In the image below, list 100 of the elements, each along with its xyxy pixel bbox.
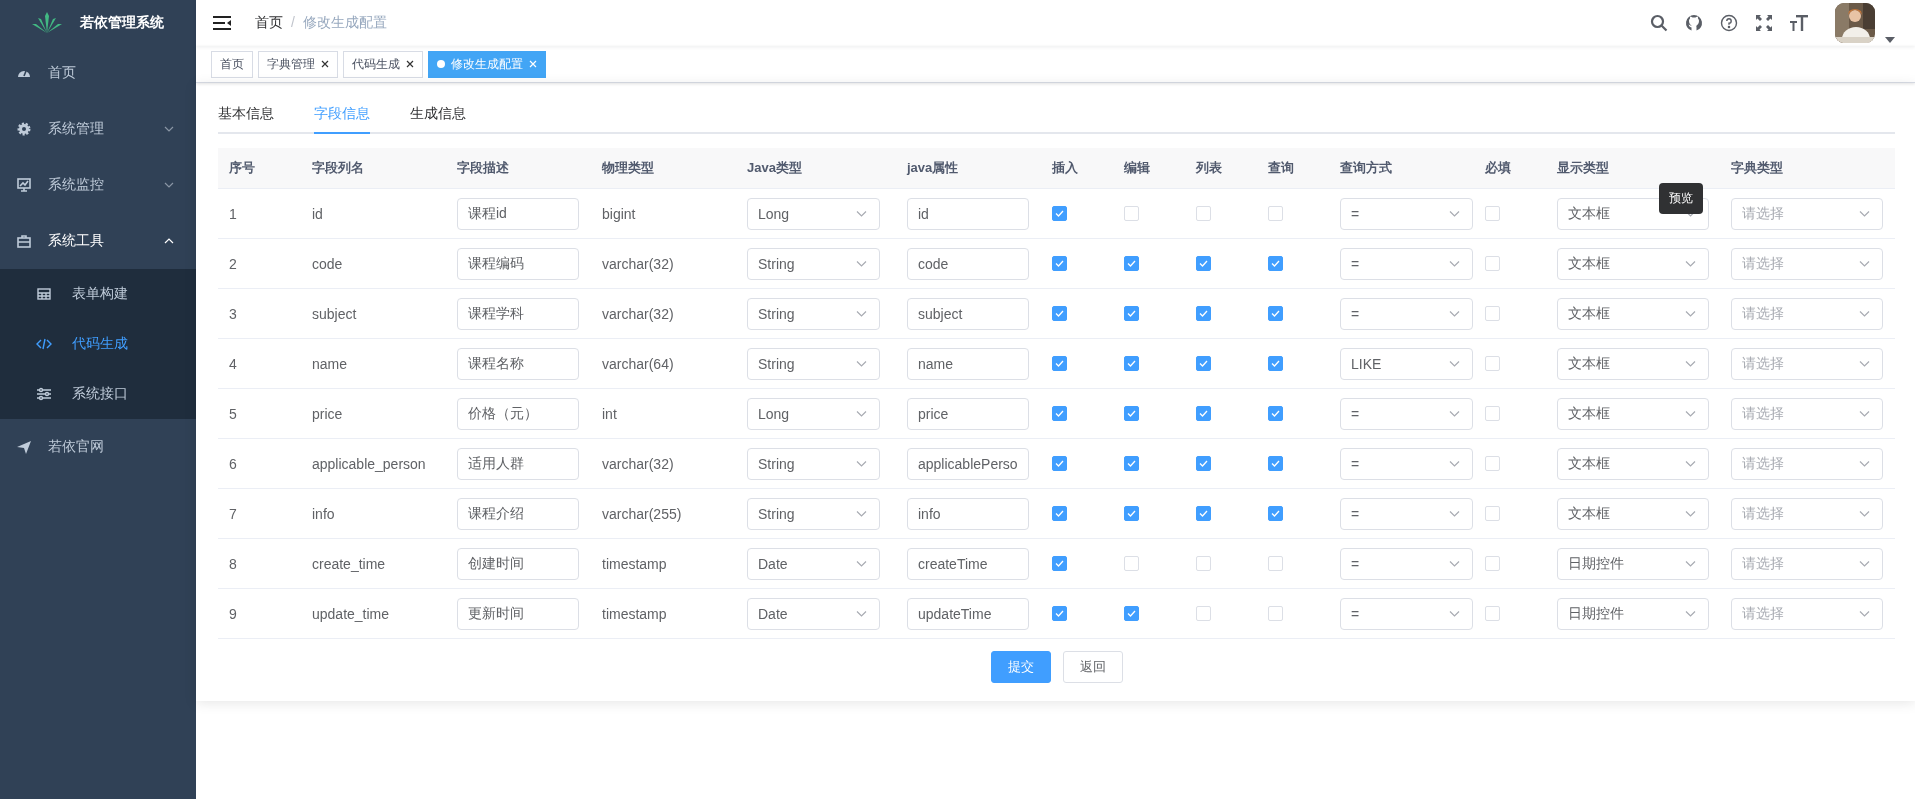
- select-field[interactable]: 文本框: [1557, 497, 1709, 530]
- input-field[interactable]: subject: [907, 297, 1029, 330]
- input-field[interactable]: 课程介绍: [457, 497, 579, 530]
- select-field[interactable]: =: [1340, 447, 1473, 480]
- tag-tab[interactable]: 首页: [211, 50, 253, 78]
- checkbox[interactable]: [1196, 406, 1211, 421]
- close-icon[interactable]: [321, 60, 329, 68]
- input-field[interactable]: 课程学科: [457, 297, 579, 330]
- select-field[interactable]: =: [1340, 597, 1473, 630]
- input-field[interactable]: name: [907, 347, 1029, 380]
- table-cell-text: varchar(64): [601, 355, 674, 372]
- input-field[interactable]: applicablePerso: [907, 447, 1029, 480]
- checkbox[interactable]: [1196, 306, 1211, 321]
- table-cell-text: varchar(32): [601, 305, 674, 322]
- sidebar-item[interactable]: 系统管理: [0, 101, 196, 157]
- checkbox[interactable]: [1124, 406, 1139, 421]
- checkbox[interactable]: [1268, 256, 1283, 271]
- checkbox[interactable]: [1268, 356, 1283, 371]
- menu-icon[interactable]: [213, 16, 231, 30]
- tag-tab[interactable]: 字典管理: [258, 50, 338, 78]
- select-field[interactable]: String: [747, 297, 880, 330]
- checkbox[interactable]: [1052, 456, 1067, 471]
- select-field[interactable]: =: [1340, 297, 1473, 330]
- checkbox[interactable]: [1268, 406, 1283, 421]
- input-field[interactable]: price: [907, 397, 1029, 430]
- checkbox[interactable]: [1052, 556, 1067, 571]
- checkbox[interactable]: [1124, 456, 1139, 471]
- select-field[interactable]: 日期控件: [1557, 547, 1709, 580]
- help-icon[interactable]: [1720, 14, 1738, 32]
- select-field[interactable]: =: [1340, 497, 1473, 530]
- input-field[interactable]: info: [907, 497, 1029, 530]
- input-field[interactable]: 课程名称: [457, 347, 579, 380]
- checkbox[interactable]: [1052, 406, 1067, 421]
- checkbox[interactable]: [1052, 356, 1067, 371]
- select-field[interactable]: =: [1340, 197, 1473, 230]
- select-field[interactable]: String: [747, 347, 880, 380]
- checkbox[interactable]: [1268, 506, 1283, 521]
- text-size-icon[interactable]: [1790, 14, 1808, 32]
- select-field[interactable]: String: [747, 247, 880, 280]
- select-field[interactable]: =: [1340, 247, 1473, 280]
- input-field[interactable]: code: [907, 247, 1029, 280]
- checkbox[interactable]: [1052, 206, 1067, 221]
- select-field[interactable]: 文本框: [1557, 397, 1709, 430]
- search-icon[interactable]: [1650, 14, 1668, 32]
- checkbox[interactable]: [1196, 506, 1211, 521]
- input-field[interactable]: 适用人群: [457, 447, 579, 480]
- select-field[interactable]: String: [747, 447, 880, 480]
- tab[interactable]: 生成信息: [410, 103, 466, 134]
- check-icon: [1127, 610, 1136, 617]
- back-button[interactable]: 返回: [1062, 651, 1123, 683]
- input-field[interactable]: 课程编码: [457, 247, 579, 280]
- cat-icon[interactable]: [1685, 14, 1703, 32]
- checkbox[interactable]: [1124, 506, 1139, 521]
- checkbox[interactable]: [1124, 306, 1139, 321]
- breadcrumb-item[interactable]: 首页: [255, 14, 283, 32]
- input-field[interactable]: 创建时间: [457, 547, 579, 580]
- sidebar-item[interactable]: 首页: [0, 45, 196, 101]
- checkbox[interactable]: [1052, 256, 1067, 271]
- input-field[interactable]: id: [907, 197, 1029, 230]
- checkbox[interactable]: [1196, 456, 1211, 471]
- select-field[interactable]: Date: [747, 547, 880, 580]
- select-field[interactable]: Long: [747, 197, 880, 230]
- checkbox[interactable]: [1124, 256, 1139, 271]
- checkbox[interactable]: [1124, 356, 1139, 371]
- input-field[interactable]: 课程id: [457, 197, 579, 230]
- sidebar-item[interactable]: 系统监控: [0, 157, 196, 213]
- checkbox[interactable]: [1052, 506, 1067, 521]
- sidebar-item[interactable]: 系统工具: [0, 213, 196, 269]
- select-field[interactable]: LIKE: [1340, 347, 1473, 380]
- select-field[interactable]: 文本框: [1557, 347, 1709, 380]
- checkbox[interactable]: [1052, 306, 1067, 321]
- select-field[interactable]: =: [1340, 397, 1473, 430]
- checkbox[interactable]: [1196, 256, 1211, 271]
- input-field[interactable]: createTime: [907, 547, 1029, 580]
- select-field[interactable]: 文本框: [1557, 247, 1709, 280]
- checkbox[interactable]: [1196, 356, 1211, 371]
- check-icon: [1271, 510, 1280, 517]
- select-field[interactable]: Date: [747, 597, 880, 630]
- checkbox[interactable]: [1052, 606, 1067, 621]
- fullscreen-icon[interactable]: [1755, 14, 1773, 32]
- input-field[interactable]: 价格（元）: [457, 397, 579, 430]
- caret-down-icon[interactable]: [1885, 37, 1895, 43]
- select-field[interactable]: 文本框: [1557, 447, 1709, 480]
- select-field[interactable]: 日期控件: [1557, 597, 1709, 630]
- input-field[interactable]: updateTime: [907, 597, 1029, 630]
- checkbox[interactable]: [1268, 306, 1283, 321]
- sidebar-subitem[interactable]: 代码生成: [0, 319, 196, 369]
- sidebar-subitem[interactable]: 表单构建: [0, 269, 196, 319]
- tab[interactable]: 基本信息: [218, 103, 274, 134]
- input-field[interactable]: 更新时间: [457, 597, 579, 630]
- sidebar-item[interactable]: 若依官网: [0, 419, 196, 475]
- select-field[interactable]: 文本框: [1557, 297, 1709, 330]
- sidebar-subitem[interactable]: 系统接口: [0, 369, 196, 419]
- tag-tab[interactable]: 代码生成: [343, 50, 423, 78]
- select-field[interactable]: String: [747, 497, 880, 530]
- close-icon[interactable]: [406, 60, 414, 68]
- select-field[interactable]: =: [1340, 547, 1473, 580]
- checkbox[interactable]: [1124, 606, 1139, 621]
- checkbox[interactable]: [1268, 456, 1283, 471]
- select-field[interactable]: Long: [747, 397, 880, 430]
